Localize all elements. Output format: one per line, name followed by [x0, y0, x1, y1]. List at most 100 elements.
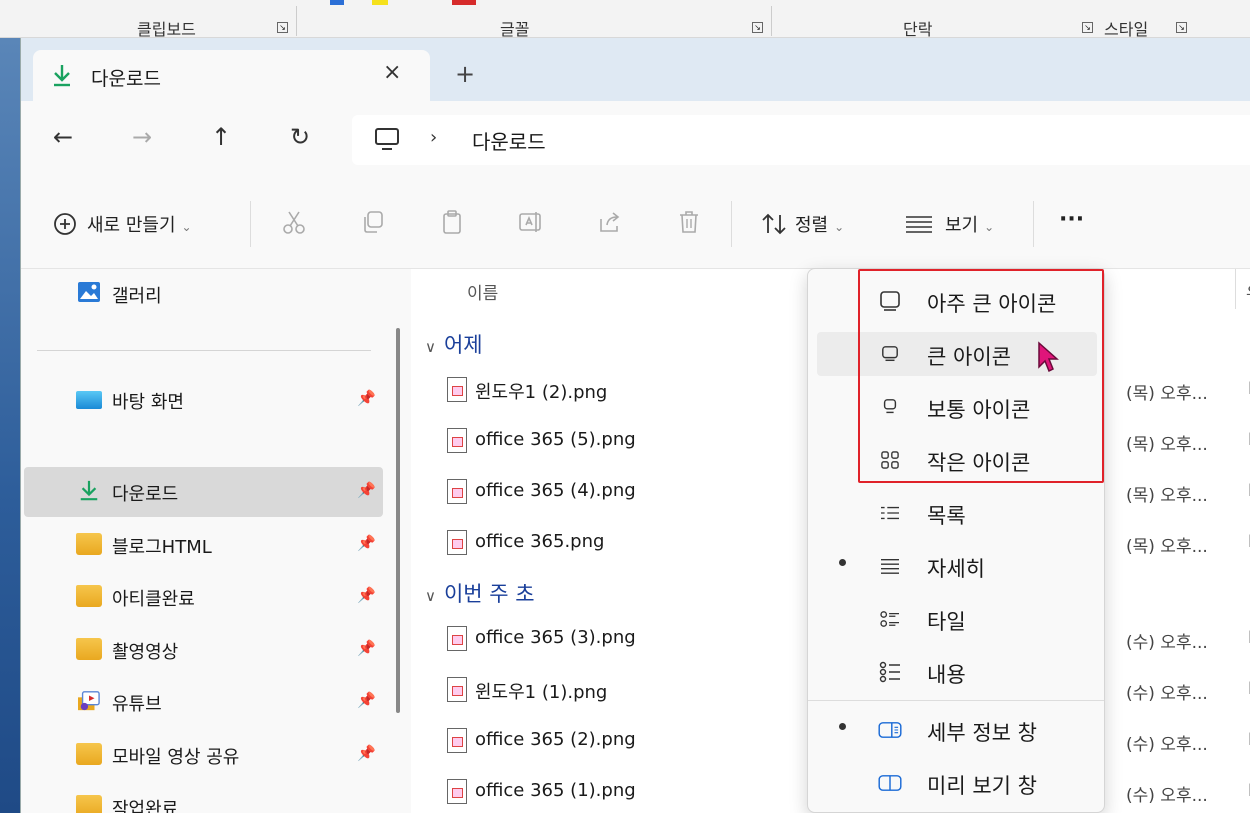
pin-icon[interactable]: 📌 — [357, 639, 376, 657]
file-date: (수) 오후... — [1126, 786, 1208, 806]
sidebar-item-gallery[interactable]: 갤러리 — [24, 269, 383, 319]
list-view-icon — [881, 506, 899, 520]
download-icon — [54, 65, 70, 87]
sidebar-item-youtube[interactable]: 유튜브 📌 — [24, 677, 383, 727]
pin-icon[interactable]: 📌 — [357, 534, 376, 552]
pin-icon[interactable]: 📌 — [357, 481, 376, 499]
sidebar-item-label: 촬영영상 — [112, 642, 179, 663]
tab-strip: 다운로드 × + — [21, 38, 1250, 101]
menu-item-details[interactable]: 자세히 — [817, 544, 1097, 588]
column-header-type[interactable]: 유 — [1246, 279, 1250, 304]
checked-indicator-icon — [839, 723, 846, 730]
file-date: (목) 오후... — [1126, 384, 1208, 404]
forward-button[interactable]: → — [132, 123, 152, 151]
sidebar-item-label: 아티클완료 — [112, 589, 195, 610]
ribbon-launcher-icon[interactable]: ↘ — [752, 22, 763, 33]
sidebar-item-bloghtml[interactable]: 블로그HTML 📌 — [24, 520, 383, 570]
chevron-down-icon: ⌄ — [834, 220, 845, 234]
tab-downloads[interactable]: 다운로드 × — [33, 50, 430, 101]
new-tab-button[interactable]: + — [455, 60, 475, 88]
desktop-wallpaper — [0, 38, 20, 813]
command-bar: 새로 만들기 ⌄ 정렬 ⌄ 보기 ⌄ ··· — [21, 181, 1250, 269]
sidebar-item-filming[interactable]: 촬영영상 📌 — [24, 625, 383, 675]
up-button[interactable]: ↑ — [211, 123, 231, 151]
png-file-icon — [447, 428, 467, 453]
png-file-icon — [447, 626, 467, 651]
sort-button[interactable]: 정렬 ⌄ — [761, 211, 844, 237]
breadcrumb-chevron-icon[interactable]: › — [430, 127, 437, 148]
group-header-early-this-week[interactable]: ∨ 이번 주 초 — [425, 578, 535, 608]
sidebar-item-mobile-video[interactable]: 모바일 영상 공유 📌 — [24, 730, 383, 780]
sidebar-item-downloads[interactable]: 다운로드 📌 — [24, 467, 383, 517]
ribbon-launcher-icon[interactable]: ↘ — [1176, 22, 1187, 33]
menu-item-small-icons[interactable]: 작은 아이콘 — [817, 438, 1097, 482]
sidebar-scrollbar[interactable] — [396, 328, 400, 713]
menu-item-extra-large-icons[interactable]: 아주 큰 아이콘 — [817, 279, 1097, 323]
sidebar-item-label: 작업완료 — [112, 799, 179, 813]
ribbon-group-styles: 스타일 — [1104, 20, 1149, 39]
cut-icon[interactable] — [281, 209, 307, 235]
menu-item-content[interactable]: 내용 — [817, 650, 1097, 694]
details-view-icon — [881, 559, 899, 574]
menu-item-medium-icons[interactable]: 보통 아이콘 — [817, 385, 1097, 429]
sidebar-item-label: 다운로드 — [112, 484, 179, 505]
sidebar-item-articles-done[interactable]: 아티클완료 📌 — [24, 572, 383, 622]
more-options-icon[interactable]: ··· — [1059, 207, 1084, 232]
menu-item-preview-pane[interactable]: 미리 보기 창 — [817, 761, 1097, 805]
rename-icon[interactable] — [518, 209, 544, 235]
sidebar-item-label: 유튜브 — [112, 694, 162, 715]
folder-icon — [76, 533, 102, 555]
group-header-yesterday[interactable]: ∨ 어제 — [425, 329, 483, 359]
download-icon — [80, 480, 98, 501]
back-button[interactable]: ← — [53, 123, 73, 151]
preview-pane-icon — [878, 775, 902, 791]
menu-item-tiles[interactable]: 타일 — [817, 597, 1097, 641]
extra-large-icons-icon — [880, 291, 900, 311]
ribbon-group-font: 글꼴 — [500, 20, 530, 39]
sidebar-item-label: 블로그HTML — [112, 537, 212, 558]
sidebar-item-work-done[interactable]: 작업완료 — [24, 782, 383, 813]
large-icons-icon — [882, 346, 898, 362]
view-icon — [906, 216, 932, 233]
pin-icon[interactable]: 📌 — [357, 691, 376, 709]
tab-title: 다운로드 — [91, 68, 161, 90]
chevron-down-icon: ⌄ — [984, 220, 995, 234]
file-date: (목) 오후... — [1126, 435, 1208, 455]
new-button[interactable]: 새로 만들기 ⌄ — [53, 211, 192, 237]
delete-icon[interactable] — [676, 209, 702, 235]
pin-icon[interactable]: 📌 — [357, 389, 376, 407]
pin-icon[interactable]: 📌 — [357, 744, 376, 762]
sidebar-item-label: 갤러리 — [112, 286, 162, 307]
folder-icon — [76, 638, 102, 660]
chevron-down-icon: ∨ — [425, 587, 436, 605]
view-button[interactable]: 보기 ⌄ — [905, 211, 994, 237]
refresh-button[interactable]: ↻ — [290, 123, 310, 151]
breadcrumb-downloads[interactable]: 다운로드 — [472, 126, 546, 155]
sidebar-divider — [37, 350, 371, 351]
chevron-down-icon: ⌄ — [181, 220, 192, 234]
menu-item-details-pane[interactable]: 세부 정보 창 — [817, 708, 1097, 752]
sidebar-item-label: 바탕 화면 — [112, 392, 184, 413]
sort-label: 정렬 — [795, 215, 829, 236]
ribbon-launcher-icon[interactable]: ↘ — [277, 22, 288, 33]
png-file-icon — [447, 530, 467, 555]
ribbon-group-paragraph: 단락 — [903, 20, 933, 39]
small-icons-icon — [881, 451, 899, 469]
pin-icon[interactable]: 📌 — [357, 586, 376, 604]
address-bar[interactable]: › 다운로드 — [352, 115, 1250, 165]
copy-icon[interactable] — [360, 209, 386, 235]
youtube-folder-icon — [78, 691, 100, 711]
file-date: (수) 오후... — [1126, 684, 1208, 704]
navigation-bar: ← → ↑ ↻ › 다운로드 — [21, 101, 1250, 181]
png-file-icon — [447, 779, 467, 804]
share-icon[interactable] — [597, 209, 623, 235]
ribbon-color-swatch — [452, 0, 476, 5]
ribbon-launcher-icon[interactable]: ↘ — [1082, 22, 1093, 33]
menu-item-list[interactable]: 목록 — [817, 491, 1097, 535]
close-tab-icon[interactable]: × — [383, 60, 401, 85]
file-date: (목) 오후... — [1126, 537, 1208, 557]
sidebar-item-desktop[interactable]: 바탕 화면 📌 — [24, 375, 383, 425]
column-header-name[interactable]: 이름 — [467, 279, 498, 304]
sort-icon — [762, 213, 786, 235]
paste-icon[interactable] — [439, 209, 465, 235]
